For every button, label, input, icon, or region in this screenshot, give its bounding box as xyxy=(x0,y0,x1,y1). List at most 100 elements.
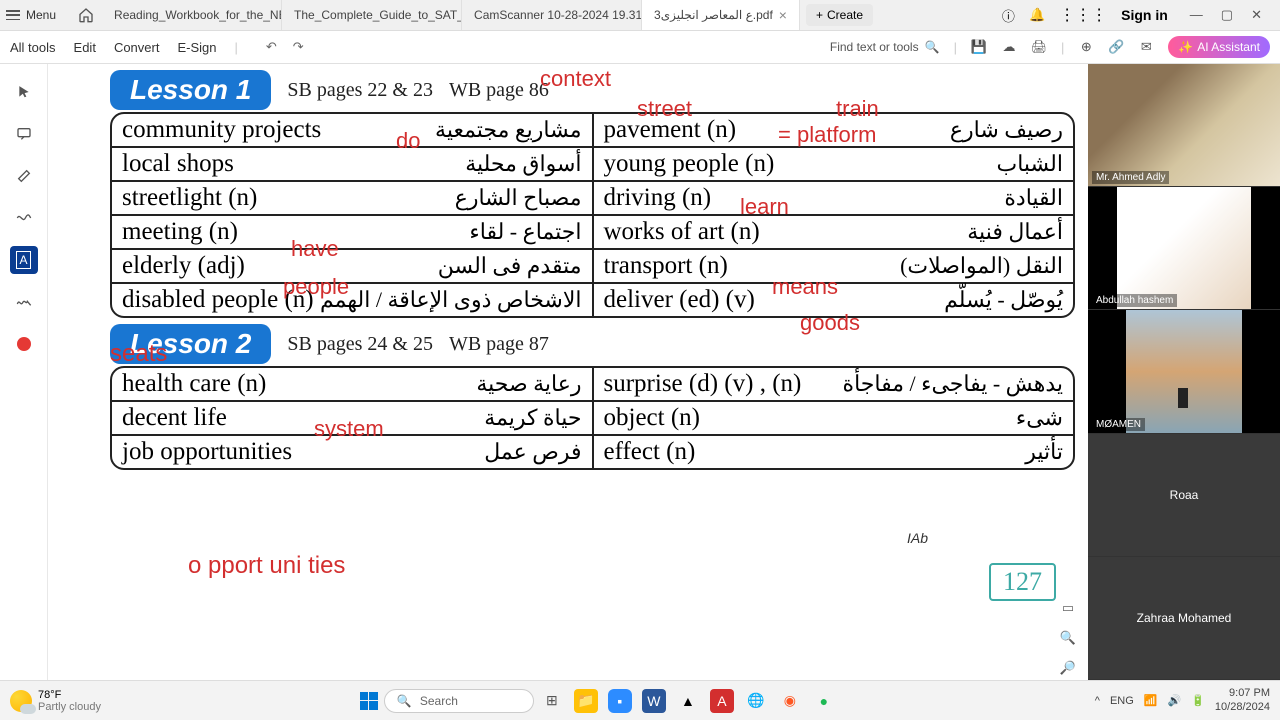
right-icon-strip: ▭ 🔍 🔎 xyxy=(1050,600,1086,676)
spotify-icon[interactable]: ● xyxy=(812,689,836,713)
battery-icon[interactable]: 🔋 xyxy=(1191,694,1205,707)
page-fit-icon[interactable]: ▭ xyxy=(1062,600,1074,616)
page-number: 127 xyxy=(989,563,1056,601)
annotation-people: people xyxy=(283,274,349,300)
tab-reading-workbook[interactable]: Reading_Workbook_for_the_NE... xyxy=(102,0,282,30)
annotation-system: system xyxy=(314,416,384,442)
text-tool-icon[interactable]: A xyxy=(10,246,38,274)
taskbar: 78°F Partly cloudy 🔍Search ⊞ 📁 ▪ W ▲ A 🌐… xyxy=(0,680,1280,720)
save-icon[interactable]: 💾 xyxy=(971,39,987,55)
brave-icon[interactable]: ◉ xyxy=(778,689,802,713)
zoom-in-icon[interactable]: 🔍 xyxy=(1060,630,1076,646)
highlight-tool-icon[interactable] xyxy=(10,162,38,190)
draw-tool-icon[interactable] xyxy=(10,204,38,232)
participant-moamen[interactable]: MØAMEN xyxy=(1088,310,1280,433)
table-row: job opportunitiesفرص عملeffect (n)تأثير xyxy=(112,436,1073,468)
language-indicator[interactable]: ENG xyxy=(1110,695,1134,707)
tab-active-arabic[interactable]: 3ع المعاصر انجلیزی.pdf× xyxy=(642,0,800,30)
weather-widget[interactable]: 78°F Partly cloudy xyxy=(10,689,101,713)
chrome-icon[interactable]: 🌐 xyxy=(744,689,768,713)
annotation-have: have xyxy=(291,236,339,262)
lesson1-vocab-table: community projectsمشاريع مجتمعيةpavement… xyxy=(110,112,1075,318)
close-icon[interactable]: × xyxy=(779,7,787,23)
participant-ahmed[interactable]: Mr. Ahmed Adly xyxy=(1088,64,1280,187)
annotation-seats: seats xyxy=(110,340,167,368)
home-icon[interactable] xyxy=(70,3,102,27)
document-viewport[interactable]: Lesson 1 SB pages 22 & 23 WB page 86 con… xyxy=(48,64,1088,680)
comment-tool-icon[interactable] xyxy=(10,120,38,148)
annotation-context: context xyxy=(540,66,611,92)
redo-icon[interactable]: ↷ xyxy=(293,39,304,55)
apps-icon[interactable]: ⋮⋮⋮ xyxy=(1059,5,1107,25)
lesson1-wb-ref: WB page 86 xyxy=(449,79,549,102)
search-icon: 🔍 xyxy=(397,694,412,708)
left-tool-panel: A xyxy=(0,64,48,680)
toolbar: All tools Edit Convert E-Sign | ↶ ↷ Find… xyxy=(0,31,1280,64)
acrobat-icon[interactable]: A xyxy=(710,689,734,713)
annotation-opportunities: o pport uni ties xyxy=(188,552,345,580)
table-row: streetlight (n)مصباح الشارعdriving (n)ال… xyxy=(112,182,1073,216)
task-view-icon[interactable]: ⊞ xyxy=(540,689,564,713)
table-row: elderly (adj)متقدم فى السنtransport (n)ا… xyxy=(112,250,1073,284)
annotation-platform: = platform xyxy=(778,122,876,148)
lesson1-sb-ref: SB pages 22 & 23 xyxy=(287,79,433,102)
menu-button[interactable]: Menu xyxy=(0,8,70,22)
create-tab-button[interactable]: +Create xyxy=(806,4,873,26)
maximize-button[interactable]: ▢ xyxy=(1221,7,1233,23)
start-button[interactable] xyxy=(360,692,378,710)
table-row: community projectsمشاريع مجتمعيةpavement… xyxy=(112,114,1073,148)
text-cursor-hint: IAb xyxy=(907,530,928,546)
zoom-out-icon[interactable]: 🔎 xyxy=(1060,660,1076,676)
share-icon[interactable]: ⊕ xyxy=(1078,39,1094,55)
ai-assistant-button[interactable]: ✨ AI Assistant xyxy=(1168,36,1270,58)
clock[interactable]: 9:07 PM 10/28/2024 xyxy=(1215,687,1270,713)
signin-button[interactable]: Sign in xyxy=(1121,7,1168,23)
explorer-icon[interactable]: 📁 xyxy=(574,689,598,713)
lesson2-sb-ref: SB pages 24 & 25 xyxy=(287,333,433,356)
table-row: disabled people (n)الاشخاص ذوى الإعاقة /… xyxy=(112,284,1073,316)
minimize-button[interactable]: — xyxy=(1190,7,1203,23)
print-icon[interactable]: 🖨 xyxy=(1031,39,1047,55)
participant-roaa[interactable]: Roaa xyxy=(1088,434,1280,557)
edit-button[interactable]: Edit xyxy=(74,40,96,55)
word-icon[interactable]: W xyxy=(642,689,666,713)
participants-panel: Mr. Ahmed Adly Abdullah hashem MØAMEN Ro… xyxy=(1088,64,1280,680)
drive-icon[interactable]: ▲ xyxy=(676,689,700,713)
undo-icon[interactable]: ↶ xyxy=(266,39,277,55)
tab-sat-guide[interactable]: The_Complete_Guide_to_SAT_... xyxy=(282,0,462,30)
weather-condition: Partly cloudy xyxy=(38,701,101,713)
weather-icon xyxy=(10,690,32,712)
weather-temp: 78°F xyxy=(38,689,101,701)
taskbar-search[interactable]: 🔍Search xyxy=(384,689,534,713)
annotation-means: means xyxy=(772,274,838,300)
search-icon: 🔍 xyxy=(925,40,940,54)
cloud-icon[interactable]: ☁ xyxy=(1001,39,1017,55)
participant-zahraa[interactable]: Zahraa Mohamed xyxy=(1088,557,1280,680)
table-row: local shopsأسواق محليةyoung people (n)ال… xyxy=(112,148,1073,182)
sign-tool-icon[interactable] xyxy=(10,288,38,316)
annotation-learn: learn xyxy=(740,194,789,220)
titlebar: Menu Reading_Workbook_for_the_NE... The_… xyxy=(0,0,1280,31)
bell-icon[interactable]: 🔔 xyxy=(1029,7,1045,23)
tab-camscanner[interactable]: CamScanner 10-28-2024 19.31.pdf☆ xyxy=(462,0,642,30)
table-row: meeting (n)اجتماع - لقاءworks of art (n)… xyxy=(112,216,1073,250)
find-text-input[interactable]: Find text or tools🔍 xyxy=(830,40,940,54)
volume-icon[interactable]: 🔊 xyxy=(1168,694,1182,707)
participant-abdullah[interactable]: Abdullah hashem xyxy=(1088,187,1280,310)
esign-button[interactable]: E-Sign xyxy=(177,40,216,55)
record-icon[interactable] xyxy=(10,330,38,358)
all-tools-button[interactable]: All tools xyxy=(10,40,56,55)
table-row: decent lifeحياة كريمةobject (n)شىء xyxy=(112,402,1073,436)
selection-tool-icon[interactable] xyxy=(10,78,38,106)
wifi-icon[interactable]: 📶 xyxy=(1144,694,1158,707)
link-icon[interactable]: 🔗 xyxy=(1108,39,1124,55)
convert-button[interactable]: Convert xyxy=(114,40,160,55)
help-icon[interactable]: ⓘ xyxy=(1002,6,1015,25)
lesson2-wb-ref: WB page 87 xyxy=(449,333,549,356)
mail-icon[interactable]: ✉ xyxy=(1138,39,1154,55)
table-row: health care (n)رعاية صحيةsurprise (d) (v… xyxy=(112,368,1073,402)
close-window-button[interactable]: ✕ xyxy=(1251,7,1262,23)
tray-chevron-icon[interactable]: ^ xyxy=(1095,695,1100,707)
zoom-app-icon[interactable]: ▪ xyxy=(608,689,632,713)
lesson2-vocab-table: health care (n)رعاية صحيةsurprise (d) (v… xyxy=(110,366,1075,470)
